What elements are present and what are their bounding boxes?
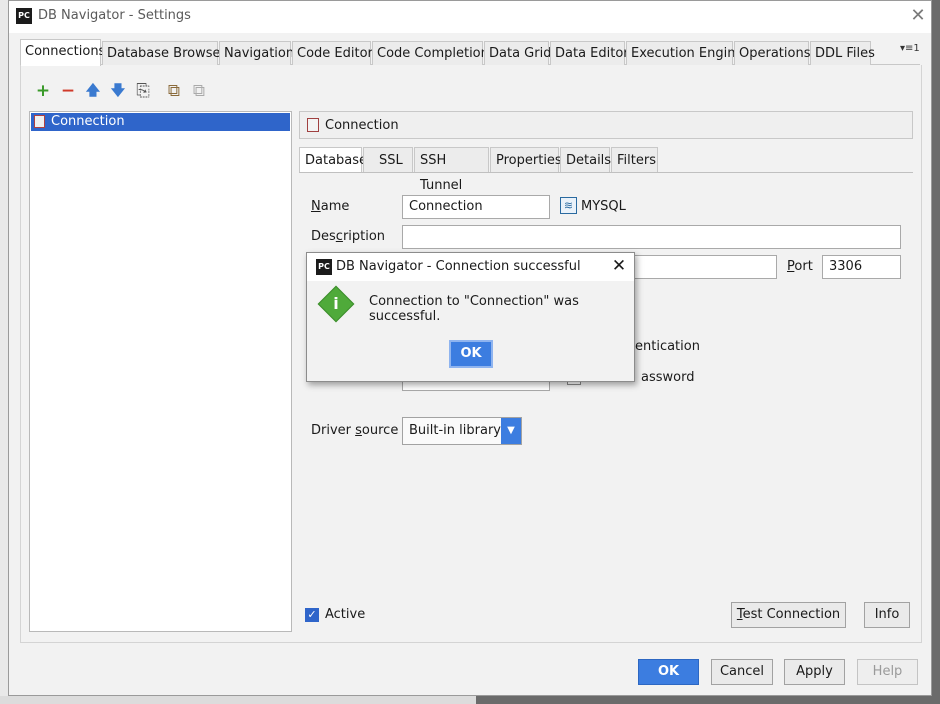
subtab-ssl[interactable]: SSL (363, 147, 413, 172)
description-label: Description (311, 229, 386, 244)
help-button[interactable]: Help (857, 659, 918, 685)
port-label: Port (787, 259, 813, 274)
subtab-ssh-tunnel[interactable]: SSH Tunnel (414, 147, 489, 193)
tab-ddl-files[interactable]: DDL Files (810, 41, 875, 65)
mysql-icon: ≋ (560, 197, 577, 214)
dialog-title-bar: PC DB Navigator - Connection successful … (307, 253, 634, 281)
window-title: DB Navigator - Settings (38, 8, 191, 23)
tab-execution-engine[interactable]: Execution Engine (626, 41, 743, 65)
active-label: Active (325, 607, 366, 622)
tab-code-completion[interactable]: Code Completion (372, 41, 489, 65)
driver-source-select[interactable]: Built-in library ▼ (402, 417, 522, 445)
description-field[interactable] (402, 225, 901, 249)
connection-header-label: Connection (325, 118, 399, 133)
subtab-database[interactable]: Database (299, 147, 367, 172)
app-icon: PC (16, 8, 32, 24)
tree-item-connection[interactable]: Connection (31, 113, 290, 131)
tree-item-label: Connection (51, 114, 125, 129)
name-field[interactable]: Connection (402, 195, 550, 219)
tabs-overflow-icon[interactable]: ▾≡1 (900, 43, 920, 54)
move-up-icon[interactable]: 🡅 (83, 81, 103, 101)
connection-header: Connection (299, 111, 913, 139)
driver-source-value: Built-in library (409, 423, 501, 438)
tab-navigation[interactable]: Navigation (219, 41, 294, 65)
empty-password-label: assword (641, 370, 695, 385)
tab-data-editor[interactable]: Data Editor (550, 41, 629, 65)
paste-disabled-icon: ⧉ (192, 81, 206, 101)
dialog-message: Connection to "Connection" was successfu… (369, 294, 579, 324)
move-down-icon[interactable]: 🡇 (108, 81, 128, 101)
info-icon-glyph: i (333, 294, 339, 313)
database-icon (307, 118, 319, 132)
database-type-label: MYSQL (581, 199, 626, 214)
ok-button[interactable]: OK (638, 659, 699, 685)
test-connection-button[interactable]: Test Connection (731, 602, 846, 628)
add-icon[interactable]: + (33, 81, 53, 101)
apply-button[interactable]: Apply (784, 659, 845, 685)
dialog-title: DB Navigator - Connection successful (336, 259, 581, 274)
background-desktop (476, 696, 940, 704)
name-label: Name (311, 199, 350, 214)
tab-connections[interactable]: Connections (20, 39, 105, 66)
connection-subtabs: Database SSL SSH Tunnel Properties Detai… (299, 145, 913, 193)
paste-icon[interactable]: ⧉ (164, 81, 184, 101)
background-window-edge (0, 0, 8, 704)
close-icon[interactable]: ✕ (608, 255, 630, 277)
subtab-filters[interactable]: Filters (611, 147, 658, 172)
tab-operations[interactable]: Operations (734, 41, 810, 65)
copy-icon[interactable]: ⎘ (133, 81, 153, 101)
database-icon (34, 115, 45, 128)
subtab-details[interactable]: Details (560, 147, 611, 172)
chevron-down-icon: ▼ (501, 418, 521, 444)
active-checkbox[interactable]: ✓ (305, 608, 319, 622)
app-icon: PC (316, 259, 332, 275)
connection-tree: Connection (29, 111, 292, 632)
os-authentication-label: entication (635, 339, 700, 354)
driver-source-label: Driver source (311, 423, 399, 438)
tab-code-editor[interactable]: Code Editor (292, 41, 373, 65)
tab-data-grid[interactable]: Data Grid (484, 41, 551, 65)
remove-icon[interactable]: − (58, 81, 78, 101)
subtab-properties[interactable]: Properties (490, 147, 562, 172)
cancel-button[interactable]: Cancel (711, 659, 773, 685)
dialog-ok-button[interactable]: OK (449, 340, 493, 368)
close-icon[interactable]: ✕ (907, 5, 929, 27)
connection-successful-dialog: PC DB Navigator - Connection successful … (306, 252, 635, 382)
tab-database-browser[interactable]: Database Browser (102, 41, 226, 65)
port-field[interactable]: 3306 (822, 255, 901, 279)
settings-tabs: Connections Database Browser Navigation … (20, 39, 920, 66)
title-bar: PC DB Navigator - Settings ✕ (9, 1, 931, 33)
info-button[interactable]: Info (864, 602, 910, 628)
